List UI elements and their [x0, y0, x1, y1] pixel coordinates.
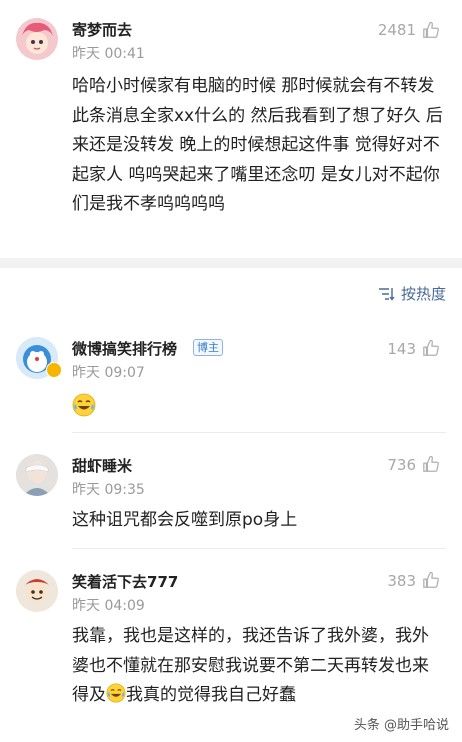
username[interactable]: 甜虾睡米: [72, 455, 132, 476]
comment-time: 昨天 09:07: [72, 365, 145, 381]
laugh-cry-emoji: [106, 683, 126, 703]
like-count: 383: [387, 572, 416, 590]
comment-time: 昨天 00:41: [72, 46, 145, 62]
sort-label: 按热度: [400, 285, 446, 303]
like-count: 143: [387, 340, 416, 358]
comment-time: 昨天 04:09: [72, 598, 145, 614]
thumbs-up-icon[interactable]: [422, 455, 440, 473]
comment-time: 昨天 09:35: [72, 482, 145, 498]
reply-divider: [72, 548, 446, 549]
username[interactable]: 寄梦而去: [72, 19, 132, 40]
reply-divider: [72, 432, 446, 433]
username[interactable]: 微博搞笑排行榜: [72, 338, 177, 359]
like-count: 2481: [377, 21, 416, 39]
comment-text: 这种诅咒都会反噬到原po身上: [72, 510, 298, 530]
avatar[interactable]: [16, 570, 58, 612]
avatar[interactable]: [16, 18, 58, 60]
sort-icon: [378, 287, 395, 301]
author-badge: 博主: [193, 339, 223, 356]
section-separator: [0, 258, 462, 268]
thumbs-up-icon[interactable]: [422, 571, 440, 589]
avatar[interactable]: [16, 454, 58, 496]
comment-text: 我靠，我也是这样的，我还告诉了我外婆，我外婆也不懂就在那安慰我说要不第二天再转发…: [72, 622, 444, 711]
watermark: 头条 @助手哈说: [350, 713, 452, 734]
like-count: 736: [387, 456, 416, 474]
laugh-cry-emoji: [72, 393, 96, 417]
thumbs-up-icon[interactable]: [422, 21, 440, 39]
thumbs-up-icon[interactable]: [422, 339, 440, 357]
sort-by-hot-button[interactable]: 按热度: [377, 283, 446, 304]
verified-badge-icon: [46, 362, 62, 378]
comment-text: 哈哈小时候家有电脑的时候 那时候就会有不转发此条消息全家xx什么的 然后我看到了…: [72, 76, 443, 215]
comment-text-part: 我真的觉得我自己好蠢: [126, 685, 296, 706]
username[interactable]: 笑着活下去777: [72, 571, 178, 592]
